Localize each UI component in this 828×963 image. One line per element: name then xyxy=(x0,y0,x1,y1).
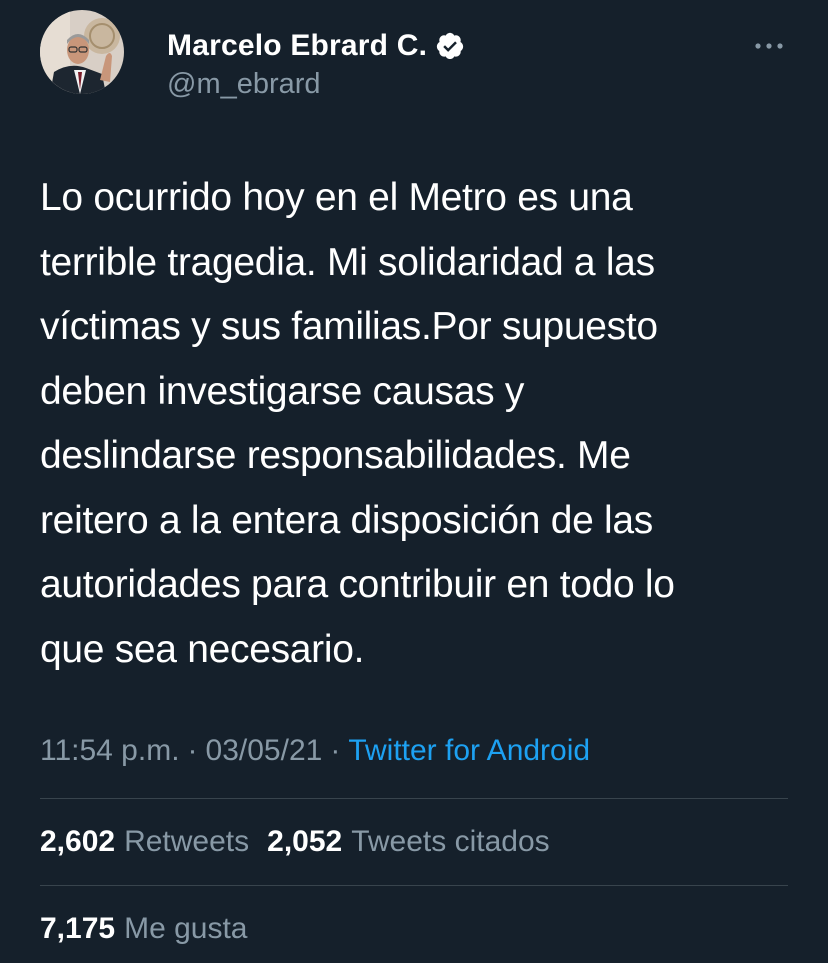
tweet-metadata: 11:54 p.m. · 03/05/21 · Twitter for Andr… xyxy=(40,730,590,772)
meta-separator: · xyxy=(330,734,341,767)
quotes-stat[interactable]: 2,052 Tweets citados xyxy=(267,825,568,859)
verified-badge-icon xyxy=(435,31,465,61)
retweets-stat[interactable]: 2,602 Retweets xyxy=(40,825,267,859)
likes-count: 7,175 xyxy=(40,912,116,945)
tweet-text: Lo ocurrido hoy en el Metro es una terri… xyxy=(40,176,675,671)
author-name-row[interactable]: Marcelo Ebrard C. xyxy=(167,26,465,66)
likes-stat[interactable]: 7,175 Me gusta xyxy=(40,912,265,946)
likes-label: Me gusta xyxy=(124,912,248,945)
tweet-date[interactable]: 03/05/21 xyxy=(206,734,323,768)
quotes-count: 2,052 xyxy=(267,825,343,858)
quotes-label: Tweets citados xyxy=(351,825,550,858)
tweet-detail: Marcelo Ebrard C. @m_ebrard Lo ocurrido … xyxy=(0,0,828,963)
likes-stats-row: 7,175 Me gusta xyxy=(40,909,265,949)
tweet-time[interactable]: 11:54 p.m. xyxy=(40,734,180,768)
engagement-stats-row: 2,602 Retweets 2,052 Tweets citados xyxy=(40,822,568,862)
more-dots-icon[interactable] xyxy=(750,34,788,58)
retweets-count: 2,602 xyxy=(40,825,116,858)
avatar[interactable] xyxy=(40,10,124,94)
divider xyxy=(40,798,788,799)
display-name[interactable]: Marcelo Ebrard C. xyxy=(167,29,427,63)
meta-separator: · xyxy=(187,734,198,767)
author-handle[interactable]: @m_ebrard xyxy=(167,68,321,101)
avatar-photo-icon xyxy=(40,10,124,94)
divider xyxy=(40,885,788,886)
tweet-source-link[interactable]: Twitter for Android xyxy=(348,734,590,768)
retweets-label: Retweets xyxy=(124,825,250,858)
